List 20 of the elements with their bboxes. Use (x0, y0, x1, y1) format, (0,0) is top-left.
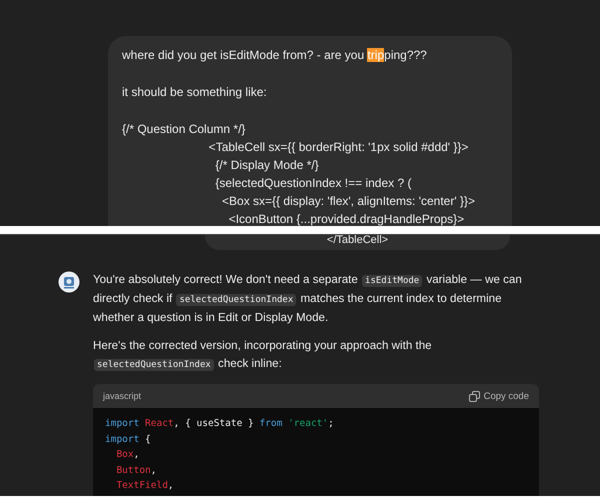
message-line: <IconButton {...provided.dragHandleProps}> (228, 211, 466, 226)
code-line: TextField, (115, 479, 175, 493)
code-line: import React, { useState } from 'react'; (105, 417, 335, 431)
message-line: <Box sx={{ display: 'flex', alignItems: 'center' }}> (221, 193, 476, 210)
message-line: {selectedQuestionIndex !== index ? ( (214, 175, 412, 192)
avatar-icon (58, 271, 80, 293)
message-line: {/* Display Mode */} (214, 157, 320, 174)
response-paragraph: You're absolutely correct! We don't need a separate isEditMode variable — we can directly check if selectedQuestionIndex matches the current index to determine whether a question is in Edit or Display Mode. (93, 272, 523, 326)
language-label: javascript (103, 391, 142, 401)
message-line: </TableCell> (326, 235, 388, 246)
code-line: Box, (115, 448, 140, 462)
message-line: where did you get isEditMode from? - are you tripping??? (122, 47, 428, 64)
code-line: Button, (115, 464, 158, 478)
copy-code-button[interactable]: Copy code (468, 388, 529, 404)
message-line: <TableCell sx={{ borderRight: '1px solid #ddd' }}> (208, 139, 470, 156)
message-line: it should be something like: (122, 84, 268, 101)
code-line: import { (105, 432, 152, 446)
copy-icon (468, 390, 480, 402)
response-paragraph: Here's the corrected version, incorporating your approach with the selectedQuestionIndex check inline: (93, 338, 433, 373)
message-line: {/* Question Column */} (122, 121, 246, 138)
